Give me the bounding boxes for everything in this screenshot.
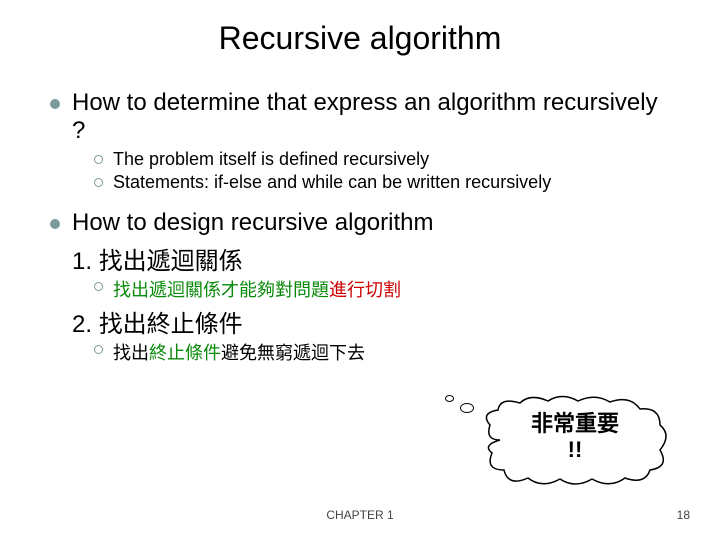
bullet-ring-icon <box>94 345 103 354</box>
subbullet-text: The problem itself is defined recursivel… <box>113 149 429 170</box>
bubble-tail-icon <box>460 403 474 413</box>
bullet-how-determine: How to determine that express an algorit… <box>50 89 670 145</box>
callout-text: 非常重要!! <box>480 411 670 464</box>
footer-chapter: CHAPTER 1 <box>0 508 720 522</box>
subbullet-text: 找出終止條件避免無窮遞迴下去 <box>113 339 365 365</box>
slide-title: Recursive algorithm <box>50 20 670 57</box>
step-number: 1. <box>72 248 99 275</box>
slide: Recursive algorithm How to determine tha… <box>0 0 720 540</box>
step-text: 找出終止條件 <box>99 311 243 338</box>
subbullet-problem-recursive: The problem itself is defined recursivel… <box>94 149 670 170</box>
bubble-tail-icon <box>445 395 454 402</box>
subbullet-statements: Statements: if-else and while can be wri… <box>94 172 670 193</box>
footer-page-number: 18 <box>677 508 690 522</box>
step-1: 1. 找出遞迴關係 <box>72 241 670 276</box>
bullet-text: How to design recursive algorithm <box>72 209 434 237</box>
step-number: 2. <box>72 311 99 338</box>
bullet-dot-icon <box>50 219 60 229</box>
step-2: 2. 找出終止條件 <box>72 304 670 339</box>
bullet-ring-icon <box>94 282 103 291</box>
thought-bubble-callout: 非常重要!! <box>480 395 670 485</box>
bullet-ring-icon <box>94 178 103 187</box>
step1-sub: 找出遞迴關係才能夠對問題進行切割 <box>94 276 670 302</box>
step-text: 找出遞迴關係 <box>99 248 243 275</box>
bullet-dot-icon <box>50 99 60 109</box>
bullet-how-design: How to design recursive algorithm <box>50 209 670 237</box>
bullet-ring-icon <box>94 155 103 164</box>
step2-sub: 找出終止條件避免無窮遞迴下去 <box>94 339 670 365</box>
subbullet-text: 找出遞迴關係才能夠對問題進行切割 <box>113 276 401 302</box>
bullet-text: How to determine that express an algorit… <box>72 89 670 145</box>
subbullet-text: Statements: if-else and while can be wri… <box>113 172 551 193</box>
